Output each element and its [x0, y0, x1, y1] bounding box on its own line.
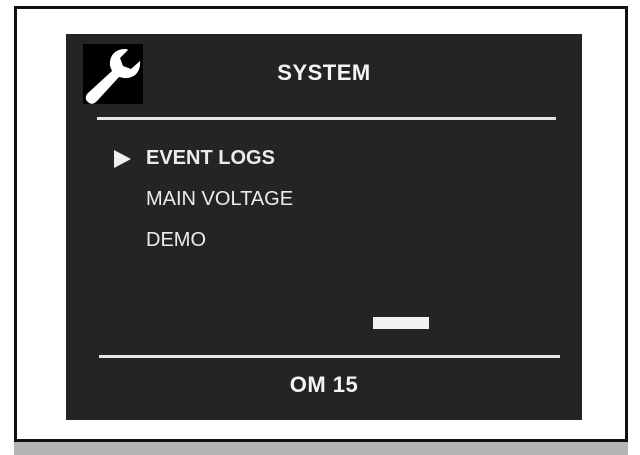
- menu-item-event-logs[interactable]: EVENT LOGS: [114, 148, 293, 168]
- screen-title: SYSTEM: [277, 60, 371, 85]
- device-model-label: OM 15: [289, 372, 359, 397]
- frame-shadow: [14, 442, 628, 455]
- system-menu: EVENT LOGS MAIN VOLTAGE DEMO: [114, 148, 293, 271]
- menu-item-label: EVENT LOGS: [146, 147, 275, 169]
- scroll-indicator: [373, 317, 429, 329]
- footer-divider: [99, 355, 560, 358]
- selection-arrow-icon: [114, 150, 131, 168]
- menu-item-main-voltage[interactable]: MAIN VOLTAGE: [114, 189, 293, 209]
- menu-item-demo[interactable]: DEMO: [114, 230, 293, 250]
- menu-item-label: DEMO: [146, 229, 206, 251]
- header-divider: [97, 117, 556, 120]
- lcd-screen: SYSTEM EVENT LOGS MAIN VOLTAGE DEMO OM 1…: [66, 34, 582, 420]
- menu-item-label: MAIN VOLTAGE: [146, 188, 294, 210]
